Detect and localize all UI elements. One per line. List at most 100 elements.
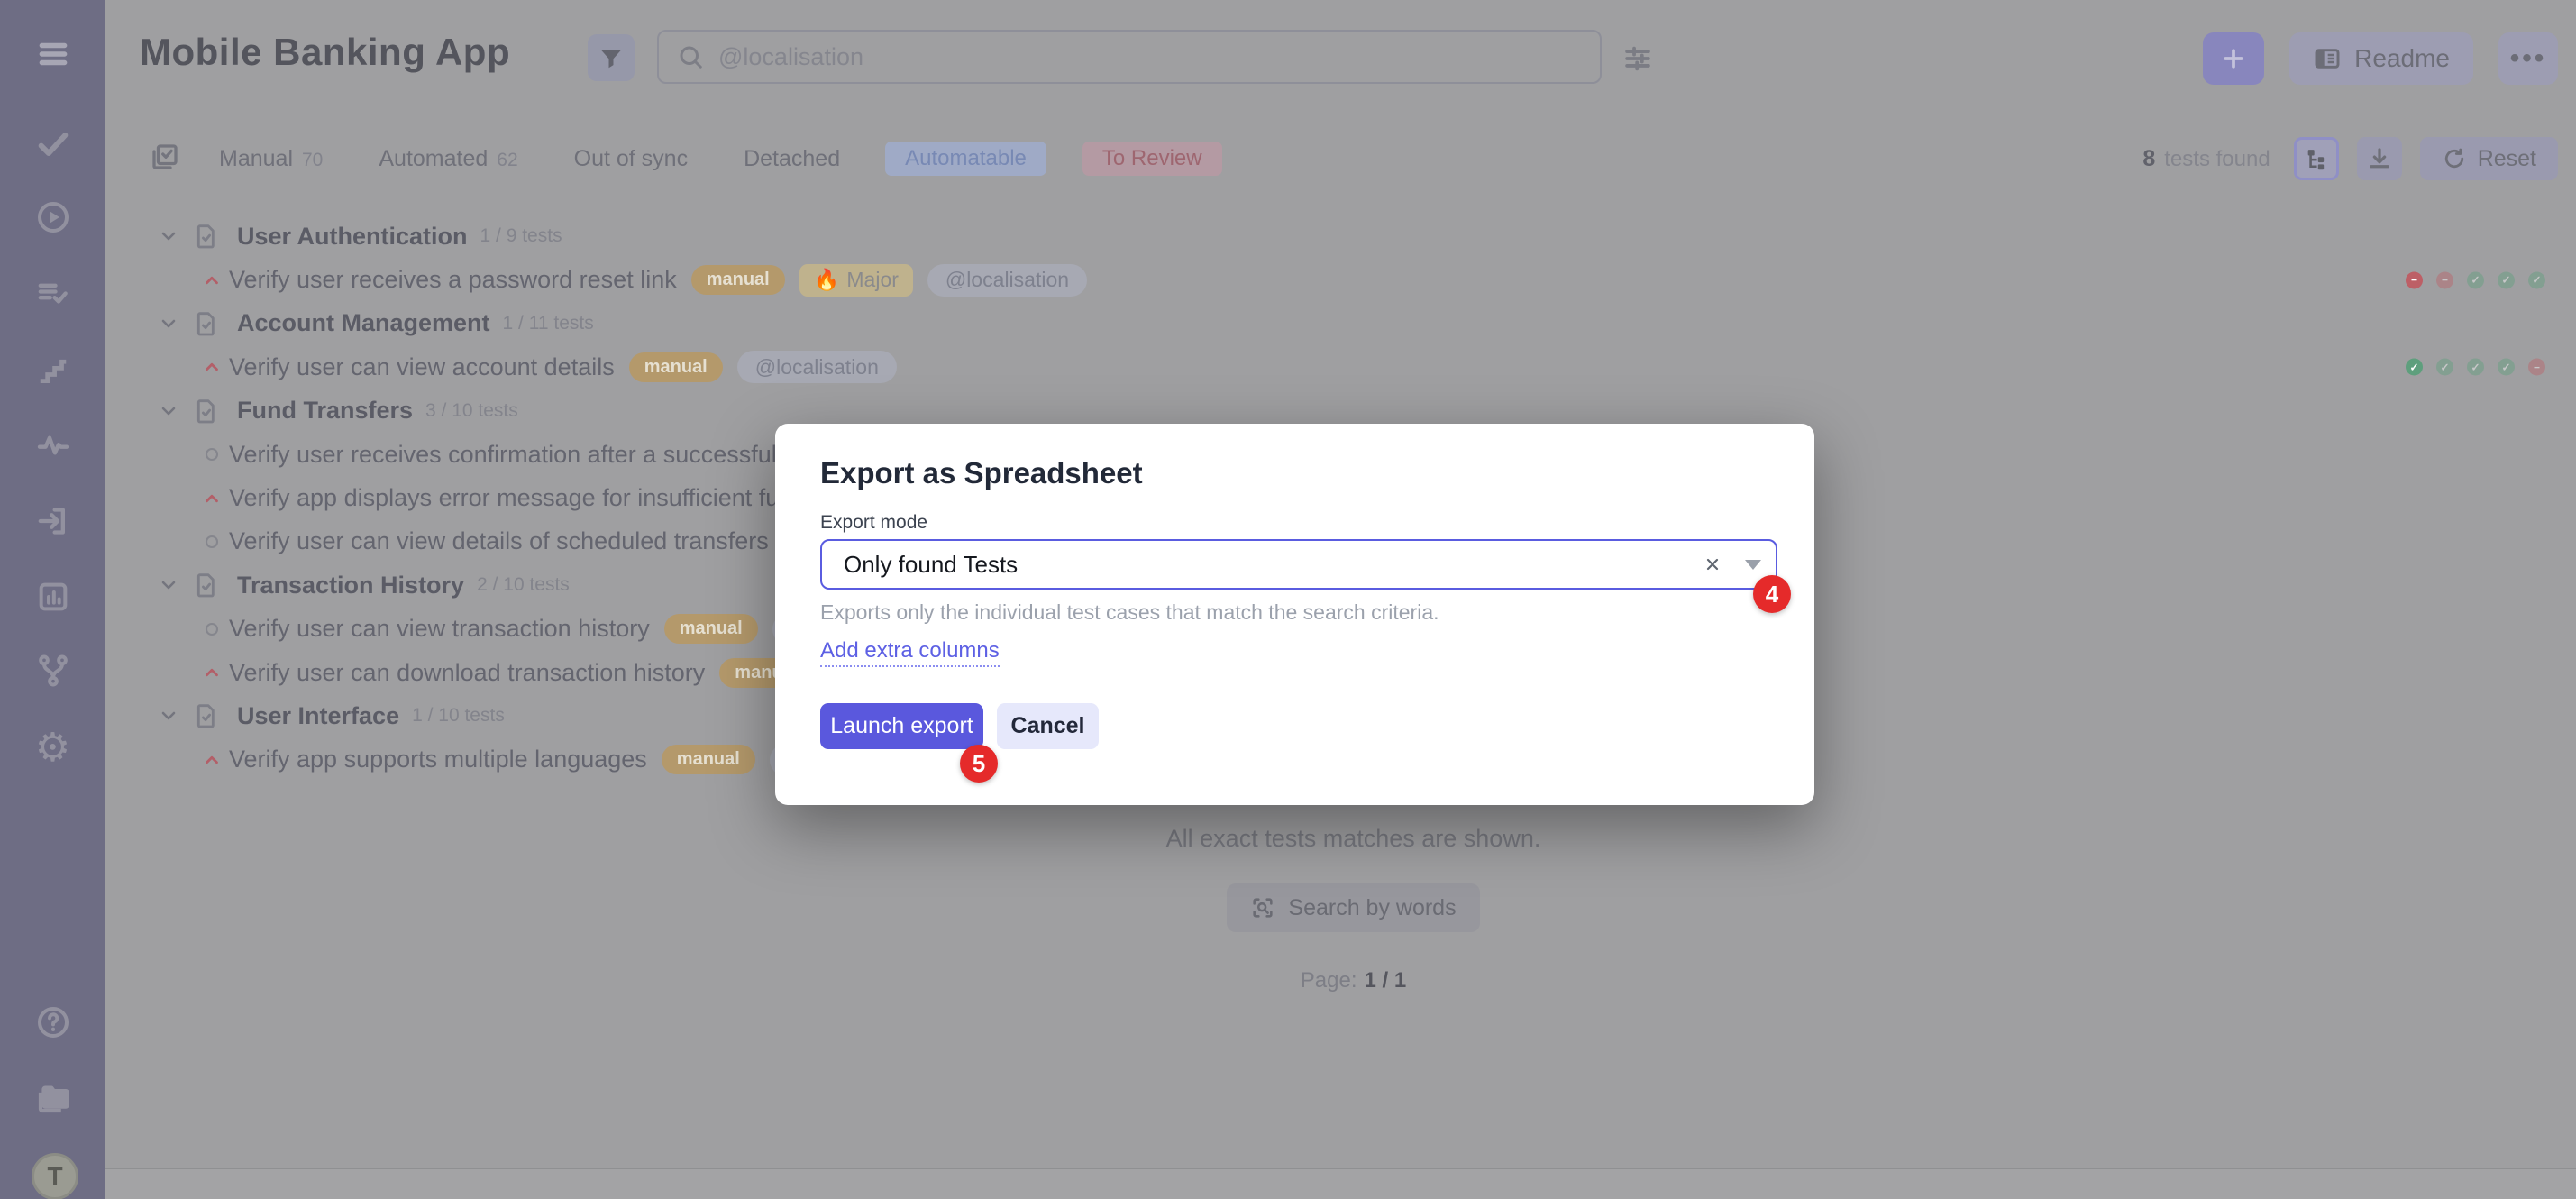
download-button[interactable] [2357, 137, 2402, 180]
group-name[interactable]: Account Management [237, 309, 490, 337]
group-count: 1 / 11 tests [503, 313, 594, 334]
chip-automatable[interactable]: Automatable [885, 142, 1046, 176]
search-bar [657, 30, 1602, 84]
filter-count: 70 [302, 150, 323, 171]
group-name[interactable]: User Interface [237, 702, 399, 730]
test-name[interactable]: Verify user can download transaction his… [229, 659, 705, 687]
test-name[interactable]: Verify app supports multiple languages [229, 746, 647, 773]
checklist-icon[interactable] [149, 141, 181, 178]
readme-button[interactable]: Readme [2289, 32, 2473, 85]
all-matches-message: All exact tests matches are shown. [1166, 825, 1541, 853]
test-name[interactable]: Verify user receives confirmation after … [229, 441, 866, 469]
download-icon [2366, 145, 2393, 172]
menu-icon[interactable] [0, 32, 105, 76]
status-dot [2528, 271, 2545, 288]
status-dot [2436, 271, 2453, 288]
clear-icon[interactable] [1704, 555, 1722, 573]
check-icon[interactable] [0, 123, 105, 166]
sliders-icon[interactable] [1621, 41, 1655, 80]
manual-badge: manual [664, 614, 758, 644]
chevron-down-icon[interactable] [158, 574, 179, 596]
filter-detached[interactable]: Detached [744, 146, 840, 172]
filter-out-of-sync[interactable]: Out of sync [574, 146, 688, 172]
test-row[interactable]: Verify user can view account details man… [158, 345, 2560, 389]
page-title: Mobile Banking App [140, 31, 510, 74]
page-prefix: Page: [1301, 968, 1357, 993]
launch-export-button[interactable]: Launch export [820, 703, 983, 749]
test-name[interactable]: Verify user can view account details [229, 353, 615, 381]
status-dot [2406, 271, 2423, 288]
filter-manual[interactable]: Manual 70 [219, 146, 323, 172]
search-input[interactable] [717, 42, 1600, 72]
filter-button[interactable] [588, 34, 635, 81]
status-dot [2528, 359, 2545, 376]
more-button[interactable]: ••• [2498, 32, 2558, 85]
chip-to-review[interactable]: To Review [1082, 142, 1222, 176]
group-name[interactable]: Fund Transfers [237, 397, 413, 425]
test-name[interactable]: Verify user can view transaction history [229, 615, 650, 643]
group-count: 2 / 10 tests [477, 574, 570, 596]
found-label: tests found [2164, 147, 2270, 172]
group-count: 3 / 10 tests [425, 400, 518, 422]
play-circle-icon[interactable] [0, 196, 105, 239]
status-dots [2406, 271, 2545, 288]
import-icon[interactable] [0, 499, 105, 543]
reset-button[interactable]: Reset [2420, 137, 2558, 180]
scan-search-icon [1250, 895, 1275, 920]
filter-label: Automated [379, 146, 488, 172]
export-mode-select[interactable]: Only found Tests [820, 539, 1777, 590]
results-footer: All exact tests matches are shown. Searc… [149, 816, 2558, 993]
search-by-words-label: Search by words [1288, 895, 1456, 921]
list-check-icon[interactable] [0, 272, 105, 316]
group-name[interactable]: User Authentication [237, 223, 468, 251]
chevron-down-icon[interactable] [1745, 560, 1761, 570]
filter-row-right: 8 tests found Reset [2142, 137, 2558, 180]
chevron-up-icon [198, 750, 225, 770]
tree-group-row[interactable]: User Authentication 1 / 9 tests [158, 215, 2560, 258]
status-dot [2467, 359, 2484, 376]
pulse-icon[interactable] [0, 424, 105, 467]
tree-view-icon [2304, 146, 2329, 171]
test-row[interactable]: Verify user receives a password reset li… [158, 258, 2560, 301]
refresh-icon [2442, 146, 2467, 171]
status-dot [2406, 359, 2423, 376]
page-value: 1 / 1 [1365, 968, 1407, 993]
test-name[interactable]: Verify user receives a password reset li… [229, 266, 677, 294]
help-icon[interactable] [0, 1001, 105, 1044]
chevron-down-icon[interactable] [158, 705, 179, 727]
tag-badge: @localisation [737, 351, 897, 383]
reset-label: Reset [2478, 146, 2536, 172]
analytics-icon[interactable] [0, 575, 105, 618]
test-name[interactable]: Verify user can view details of schedule… [229, 527, 769, 555]
test-name[interactable]: Verify app displays error message for in… [229, 484, 818, 512]
add-button[interactable] [2203, 32, 2264, 85]
gear-icon[interactable]: ⚙ [0, 726, 105, 769]
steps-icon[interactable] [0, 348, 105, 391]
file-check-icon [192, 701, 221, 730]
tree-view-button[interactable] [2294, 137, 2339, 180]
manual-badge: manual [629, 352, 723, 382]
fire-icon: 🔥 [814, 268, 840, 292]
group-name[interactable]: Transaction History [237, 572, 464, 600]
chevron-up-icon [198, 357, 225, 377]
export-mode-helper: Exports only the individual test cases t… [820, 600, 1439, 625]
cancel-button[interactable]: Cancel [997, 703, 1099, 749]
tree-group-row[interactable]: Account Management 1 / 11 tests [158, 302, 2560, 345]
filter-automated[interactable]: Automated 62 [379, 146, 517, 172]
chevron-down-icon[interactable] [158, 400, 179, 422]
major-label: Major [846, 268, 899, 292]
filter-label: Detached [744, 146, 840, 172]
group-count: 1 / 10 tests [412, 705, 505, 727]
circle-icon [198, 446, 225, 462]
chevron-down-icon[interactable] [158, 313, 179, 334]
file-check-icon [192, 309, 221, 338]
export-modal: Export as Spreadsheet Export mode Only f… [775, 424, 1814, 805]
branches-icon[interactable] [0, 649, 105, 692]
search-by-words-button[interactable]: Search by words [1227, 883, 1479, 932]
step-badge-5: 5 [960, 745, 998, 783]
chevron-down-icon[interactable] [158, 225, 179, 247]
folders-icon[interactable] [0, 1076, 105, 1120]
select-value: Only found Tests [844, 551, 1704, 579]
logo-avatar[interactable]: T [32, 1153, 78, 1199]
add-extra-columns-link[interactable]: Add extra columns [820, 638, 1000, 667]
